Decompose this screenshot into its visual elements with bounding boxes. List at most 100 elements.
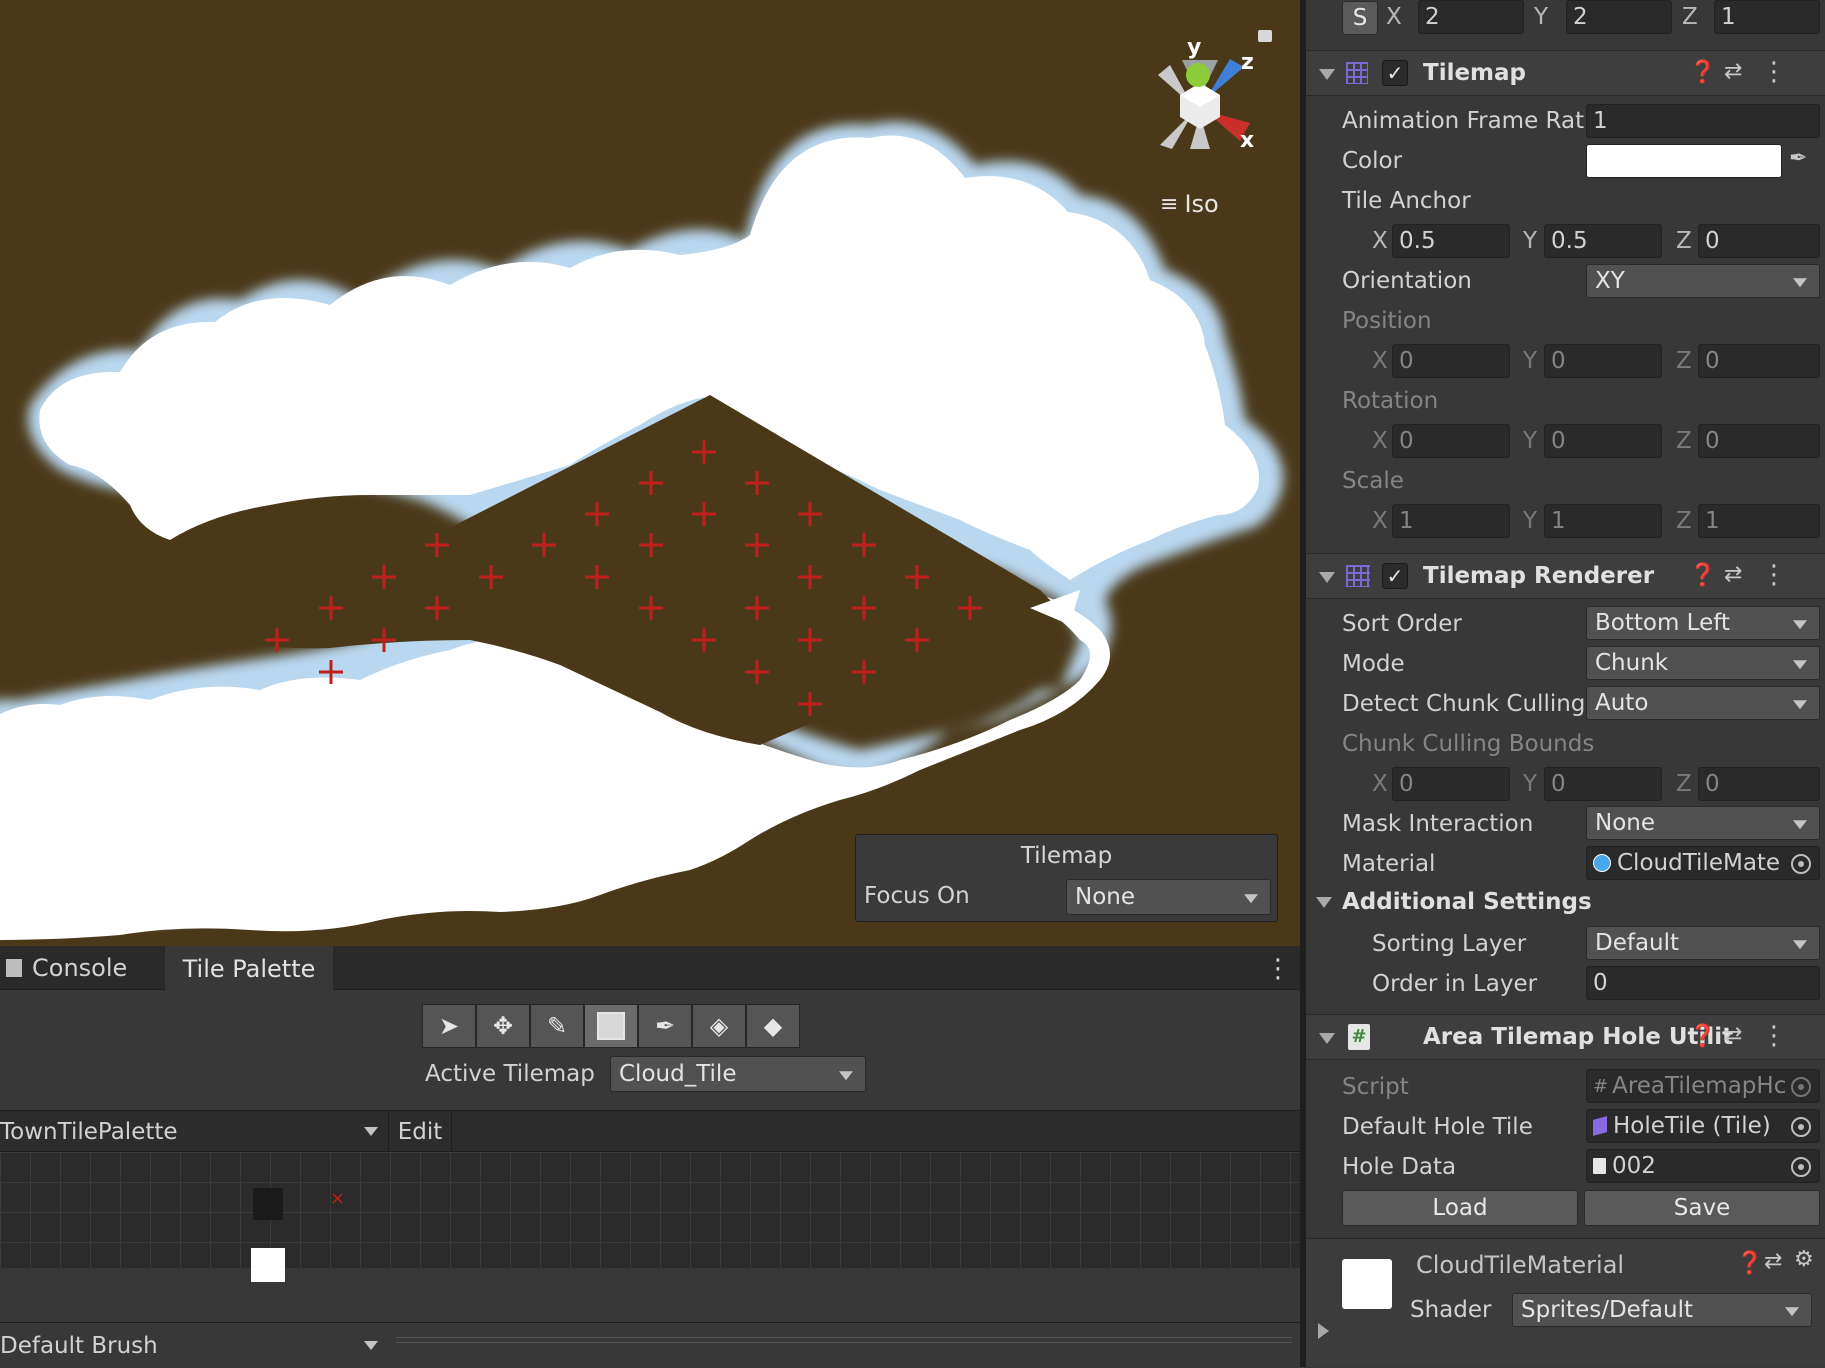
active-tilemap-value: Cloud_Tile xyxy=(619,1061,737,1087)
gear-icon[interactable]: ⚙ xyxy=(1794,1247,1814,1272)
save-button[interactable]: Save xyxy=(1584,1190,1820,1226)
material-value: CloudTileMate xyxy=(1617,850,1781,876)
help-icon[interactable]: ❓ xyxy=(1736,1251,1763,1276)
bounds-z-field: 0 xyxy=(1698,767,1820,801)
eyedropper-icon[interactable]: ✒ xyxy=(1789,146,1807,171)
edit-button[interactable]: Edit xyxy=(388,1111,452,1153)
sorting-layer-dropdown[interactable]: Default xyxy=(1586,926,1820,960)
box-fill-tool-button[interactable] xyxy=(584,1004,638,1048)
scale-lock-button[interactable]: S xyxy=(1342,1,1378,35)
bounds-x-field: 0 xyxy=(1392,767,1510,801)
persp-toggle[interactable]: ≡ Iso xyxy=(1160,190,1219,218)
erase-tool-button[interactable]: ◈ xyxy=(692,1004,746,1048)
foldout-icon[interactable] xyxy=(1318,1323,1329,1339)
console-icon xyxy=(6,959,22,977)
chevron-down-icon xyxy=(364,1341,378,1350)
focus-dropdown[interactable]: None xyxy=(1066,879,1271,915)
active-tilemap-dropdown[interactable]: Cloud_Tile xyxy=(610,1056,866,1092)
position-x-value: 0 xyxy=(1399,348,1414,374)
overlay-title: Tilemap xyxy=(1020,843,1113,869)
mask-interaction-dropdown[interactable]: None xyxy=(1586,806,1820,840)
chevron-down-icon xyxy=(1244,894,1258,904)
paint-tool-button[interactable]: ✎ xyxy=(530,1004,584,1048)
help-icon[interactable]: ❓ xyxy=(1689,563,1716,588)
object-picker-icon[interactable] xyxy=(1791,1157,1811,1177)
foldout-icon[interactable] xyxy=(1319,572,1335,583)
more-menu-icon[interactable]: ⋮ xyxy=(1761,1021,1787,1051)
text-asset-icon xyxy=(1593,1158,1606,1174)
tilemap-component-header[interactable]: ✓ Tilemap ❓ ⇄ ⋮ xyxy=(1306,50,1825,96)
brush-splitter[interactable] xyxy=(396,1337,1292,1343)
culling-bounds-label: Chunk Culling Bounds xyxy=(1342,731,1595,757)
hole-util-title: Area Tilemap Hole Utilit xyxy=(1423,1024,1734,1050)
foldout-icon[interactable] xyxy=(1319,1033,1335,1044)
scale-x-field[interactable]: 2 xyxy=(1418,0,1524,34)
scene-view[interactable]: y z x ≡ Iso Tilemap Focus On None xyxy=(0,0,1300,946)
more-menu-icon[interactable]: ⋮ xyxy=(1761,560,1787,590)
renderer-enabled-checkbox[interactable]: ✓ xyxy=(1382,563,1408,589)
chevron-down-icon xyxy=(1793,660,1807,670)
tilemap-enabled-checkbox[interactable]: ✓ xyxy=(1382,60,1408,86)
default-hole-field[interactable]: HoleTile (Tile) xyxy=(1586,1109,1820,1143)
renderer-component-header[interactable]: ✓ Tilemap Renderer ❓ ⇄ ⋮ xyxy=(1306,553,1825,599)
brush-icon: ✎ xyxy=(546,1012,568,1040)
palette-dropdown[interactable]: TownTilePalette xyxy=(0,1111,388,1153)
preset-icon[interactable]: ⇄ xyxy=(1724,562,1742,587)
axis-y-label: Y xyxy=(1523,508,1538,534)
select-tool-button[interactable]: ➤ xyxy=(422,1004,476,1048)
tm-scale-x-field: 1 xyxy=(1392,504,1510,538)
shader-dropdown[interactable]: Sprites/Default xyxy=(1512,1293,1812,1327)
hole-data-field[interactable]: 002 xyxy=(1586,1149,1820,1183)
anchor-z-field[interactable]: 0 xyxy=(1698,224,1820,258)
help-icon[interactable]: ❓ xyxy=(1689,60,1716,85)
shader-value: Sprites/Default xyxy=(1521,1297,1693,1323)
scale-z-field[interactable]: 1 xyxy=(1714,0,1820,34)
position-y-value: 0 xyxy=(1551,348,1566,374)
lock-icon[interactable] xyxy=(1258,30,1272,42)
move-tool-button[interactable]: ✥ xyxy=(476,1004,530,1048)
object-picker-icon[interactable] xyxy=(1791,1117,1811,1137)
tm-scale-x-value: 1 xyxy=(1399,508,1414,534)
save-label: Save xyxy=(1673,1195,1731,1221)
anim-rate-field[interactable]: 1 xyxy=(1586,104,1820,138)
orientation-gizmo xyxy=(1158,59,1250,149)
scale-y-field[interactable]: 2 xyxy=(1566,0,1672,34)
fill-tool-button[interactable]: ◆ xyxy=(746,1004,800,1048)
color-swatch[interactable] xyxy=(1586,144,1782,178)
brush-dropdown[interactable]: Default Brush xyxy=(0,1323,388,1368)
detect-culling-dropdown[interactable]: Auto xyxy=(1586,686,1820,720)
foldout-icon[interactable] xyxy=(1319,69,1335,80)
foldout-icon[interactable] xyxy=(1316,897,1332,908)
load-button[interactable]: Load xyxy=(1342,1190,1578,1226)
palette-tile-cloud[interactable] xyxy=(251,1248,285,1282)
palette-grid[interactable]: × xyxy=(0,1152,1300,1282)
sort-order-dropdown[interactable]: Bottom Left xyxy=(1586,606,1820,640)
anchor-x-field[interactable]: 0.5 xyxy=(1392,224,1510,258)
anchor-x-value: 0.5 xyxy=(1399,228,1436,254)
preset-icon[interactable]: ⇄ xyxy=(1764,1249,1782,1274)
more-menu-icon[interactable]: ⋮ xyxy=(1761,57,1787,87)
axis-z-label: Z xyxy=(1676,508,1692,534)
anchor-y-field[interactable]: 0.5 xyxy=(1544,224,1662,258)
order-in-layer-field[interactable]: 0 xyxy=(1586,966,1820,1000)
axis-z-label: Z xyxy=(1676,771,1692,797)
additional-settings-label[interactable]: Additional Settings xyxy=(1342,889,1592,915)
mode-dropdown[interactable]: Chunk xyxy=(1586,646,1820,680)
palette-tile-hole[interactable]: × xyxy=(330,1188,345,1209)
tab-console[interactable]: Console xyxy=(0,946,165,990)
preset-icon[interactable]: ⇄ xyxy=(1724,59,1742,84)
help-icon[interactable]: ❓ xyxy=(1689,1024,1716,1049)
hole-util-component-header[interactable]: # Area Tilemap Hole Utilit ❓ ⇄ ⋮ xyxy=(1306,1014,1825,1060)
preset-icon[interactable]: ⇄ xyxy=(1724,1023,1742,1048)
scale-label: Scale xyxy=(1342,468,1404,494)
object-picker-icon[interactable] xyxy=(1791,854,1811,874)
axis-y-label: Y xyxy=(1523,428,1538,454)
orientation-dropdown[interactable]: XY xyxy=(1586,264,1820,298)
scale-z-value: 1 xyxy=(1721,4,1736,30)
more-menu-icon[interactable]: ⋮ xyxy=(1265,954,1291,984)
material-field[interactable]: CloudTileMate xyxy=(1586,846,1820,880)
tab-tile-palette[interactable]: Tile Palette xyxy=(165,946,333,991)
axis-x-label: X xyxy=(1372,508,1388,534)
palette-tile-dark[interactable] xyxy=(253,1188,283,1220)
picker-tool-button[interactable]: ✒ xyxy=(638,1004,692,1048)
